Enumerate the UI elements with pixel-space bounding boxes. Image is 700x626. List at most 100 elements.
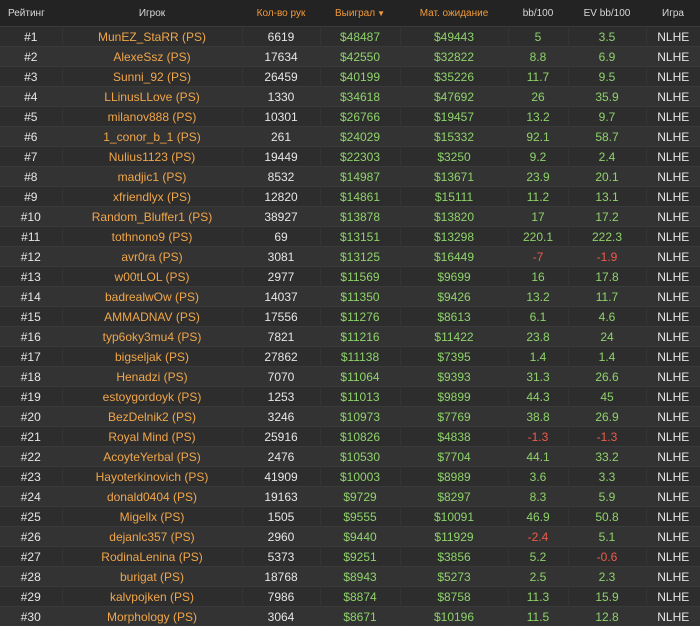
cell-ev-bb: 9.5 xyxy=(568,66,647,87)
header-player[interactable]: Игрок xyxy=(62,0,242,27)
cell-player[interactable]: avr0ra (PS) xyxy=(62,246,243,267)
header-ev-bb[interactable]: EV bb/100 xyxy=(568,0,646,27)
table-row[interactable]: #1 MunEZ_StaRR (PS) 6619 $48487 $49443 5 3.5 NL… xyxy=(0,26,700,47)
cell-player[interactable]: AcoyteYerbal (PS) xyxy=(62,446,243,467)
table-row[interactable]: #14 badrealwOw (PS) 14037 $11350 $9426 13.2 11… xyxy=(0,286,700,307)
cell-player[interactable]: 1_conor_b_1 (PS) xyxy=(62,126,243,147)
cell-player[interactable]: Morphology (PS) xyxy=(62,606,243,626)
cell-rank: #24 xyxy=(0,486,63,507)
cell-hands: 26459 xyxy=(242,66,321,87)
cell-player[interactable]: badrealwOw (PS) xyxy=(62,286,243,307)
table-row[interactable]: #29 kalvpojken (PS) 7986 $8874 $8758 11.3 15.9… xyxy=(0,586,700,607)
table-row[interactable]: #18 Henadzi (PS) 7070 $11064 $9393 31.3 26.6 NL… xyxy=(0,366,700,387)
table-row[interactable]: #8 madjic1 (PS) 8532 $14987 $13671 23.9 20.1 NL… xyxy=(0,166,700,187)
cell-player[interactable]: w00tLOL (PS) xyxy=(62,266,243,287)
table-row[interactable]: #30 Morphology (PS) 3064 $8671 $10196 11.5 12.… xyxy=(0,606,700,626)
leaderboard-table: Рейтинг Игрок Кол-во рук Выиграл ▼ Мат. о… xyxy=(0,0,700,626)
cell-rank: #1 xyxy=(0,26,63,47)
table-row[interactable]: #22 AcoyteYerbal (PS) 2476 $10530 $7704 44.1 3… xyxy=(0,446,700,467)
table-row[interactable]: #5 milanov888 (PS) 10301 $26766 $19457 13.2 9.… xyxy=(0,106,700,127)
table-row[interactable]: #4 LLinusLLove (PS) 1330 $34618 $47692 26 35.9… xyxy=(0,86,700,107)
cell-player[interactable]: donald0404 (PS) xyxy=(62,486,243,507)
cell-player[interactable]: bigseljak (PS) xyxy=(62,346,243,367)
cell-player[interactable]: BezDelnik2 (PS) xyxy=(62,406,243,427)
table-row[interactable]: #3 Sunni_92 (PS) 26459 $40199 $35226 11.7 9.5 N… xyxy=(0,66,700,87)
cell-hands: 18768 xyxy=(242,566,321,587)
cell-ev-bb: 1.4 xyxy=(568,346,647,367)
cell-won: $11138 xyxy=(320,346,401,367)
cell-won: $26766 xyxy=(320,106,401,127)
cell-hands: 1330 xyxy=(242,86,321,107)
cell-ev-bb: 35.9 xyxy=(568,86,647,107)
table-row[interactable]: #25 Migellx (PS) 1505 $9555 $10091 46.9 50.8 NL… xyxy=(0,506,700,527)
table-row[interactable]: #2 AlexeSsz (PS) 17634 $42550 $32822 8.8 6.9 NL… xyxy=(0,46,700,67)
cell-player[interactable]: Royal Mind (PS) xyxy=(62,426,243,447)
cell-player[interactable]: Sunni_92 (PS) xyxy=(62,66,243,87)
cell-player[interactable]: estoygordoyk (PS) xyxy=(62,386,243,407)
cell-ev: $13298 xyxy=(400,226,509,247)
header-game[interactable]: Игра xyxy=(646,0,700,27)
cell-game: NLHE xyxy=(646,566,700,587)
table-row[interactable]: #26 dejanlc357 (PS) 2960 $9440 $11929 -2.4 5.1… xyxy=(0,526,700,547)
cell-player[interactable]: Nulius1123 (PS) xyxy=(62,146,243,167)
cell-game: NLHE xyxy=(646,506,700,527)
table-row[interactable]: #15 AMMADNAV (PS) 17556 $11276 $8613 6.1 4.6 NL… xyxy=(0,306,700,327)
cell-bb: 11.5 xyxy=(508,606,569,626)
cell-ev-bb: 24 xyxy=(568,326,647,347)
table-row[interactable]: #20 BezDelnik2 (PS) 3246 $10973 $7769 38.8 26.… xyxy=(0,406,700,427)
table-row[interactable]: #13 w00tLOL (PS) 2977 $11569 $9699 16 17.8 NLHE xyxy=(0,266,700,287)
table-row[interactable]: #28 burigat (PS) 18768 $8943 $5273 2.5 2.3 NLHE xyxy=(0,566,700,587)
cell-player[interactable]: kalvpojken (PS) xyxy=(62,586,243,607)
cell-won: $11350 xyxy=(320,286,401,307)
table-row[interactable]: #11 tothnono9 (PS) 69 $13151 $13298 220.1 222.… xyxy=(0,226,700,247)
cell-bb: 13.2 xyxy=(508,286,569,307)
cell-player[interactable]: madjic1 (PS) xyxy=(62,166,243,187)
cell-game: NLHE xyxy=(646,86,700,107)
table-row[interactable]: #6 1_conor_b_1 (PS) 261 $24029 $15332 92.1 58.… xyxy=(0,126,700,147)
cell-player[interactable]: LLinusLLove (PS) xyxy=(62,86,243,107)
cell-player[interactable]: Random_Bluffer1 (PS) xyxy=(62,206,243,227)
table-row[interactable]: #23 Hayoterkinovich (PS) 41909 $10003 $8989 3… xyxy=(0,466,700,487)
cell-game: NLHE xyxy=(646,386,700,407)
header-rank[interactable]: Рейтинг xyxy=(0,0,62,27)
cell-game: NLHE xyxy=(646,226,700,247)
cell-rank: #29 xyxy=(0,586,63,607)
cell-player[interactable]: RodinaLenina (PS) xyxy=(62,546,243,567)
table-row[interactable]: #27 RodinaLenina (PS) 5373 $9251 $3856 5.2 -0.… xyxy=(0,546,700,567)
header-bb[interactable]: bb/100 xyxy=(508,0,568,27)
table-row[interactable]: #24 donald0404 (PS) 19163 $9729 $8297 8.3 5.9 N… xyxy=(0,486,700,507)
table-row[interactable]: #10 Random_Bluffer1 (PS) 38927 $13878 $13820… xyxy=(0,206,700,227)
cell-player[interactable]: burigat (PS) xyxy=(62,566,243,587)
cell-player[interactable]: xfriendlyx (PS) xyxy=(62,186,243,207)
cell-player[interactable]: AMMADNAV (PS) xyxy=(62,306,243,327)
cell-player[interactable]: Henadzi (PS) xyxy=(62,366,243,387)
table-row[interactable]: #7 Nulius1123 (PS) 19449 $22303 $3250 9.2 2.4 N… xyxy=(0,146,700,167)
header-won[interactable]: Выиграл ▼ xyxy=(320,0,400,27)
cell-player[interactable]: Migellx (PS) xyxy=(62,506,243,527)
header-ev[interactable]: Мат. ожидание xyxy=(400,0,508,27)
cell-ev: $7395 xyxy=(400,346,509,367)
cell-rank: #13 xyxy=(0,266,63,287)
cell-rank: #15 xyxy=(0,306,63,327)
cell-hands: 8532 xyxy=(242,166,321,187)
cell-player[interactable]: Hayoterkinovich (PS) xyxy=(62,466,243,487)
table-row[interactable]: #17 bigseljak (PS) 27862 $11138 $7395 1.4 1.4 N… xyxy=(0,346,700,367)
cell-won: $10003 xyxy=(320,466,401,487)
cell-player[interactable]: typ6oky3mu4 (PS) xyxy=(62,326,243,347)
cell-bb: 6.1 xyxy=(508,306,569,327)
table-row[interactable]: #12 avr0ra (PS) 3081 $13125 $16449 -7 -1.9 NLHE xyxy=(0,246,700,267)
table-row[interactable]: #16 typ6oky3mu4 (PS) 7821 $11216 $11422 23.8 2… xyxy=(0,326,700,347)
cell-player[interactable]: AlexeSsz (PS) xyxy=(62,46,243,67)
cell-player[interactable]: milanov888 (PS) xyxy=(62,106,243,127)
cell-player[interactable]: dejanlc357 (PS) xyxy=(62,526,243,547)
cell-won: $13125 xyxy=(320,246,401,267)
cell-ev-bb: 5.1 xyxy=(568,526,647,547)
cell-bb: 23.9 xyxy=(508,166,569,187)
cell-player[interactable]: MunEZ_StaRR (PS) xyxy=(62,26,243,47)
cell-won: $11216 xyxy=(320,326,401,347)
table-row[interactable]: #21 Royal Mind (PS) 25916 $10826 $4838 -1.3 -1… xyxy=(0,426,700,447)
table-row[interactable]: #9 xfriendlyx (PS) 12820 $14861 $15111 11.2 13… xyxy=(0,186,700,207)
cell-player[interactable]: tothnono9 (PS) xyxy=(62,226,243,247)
header-hands[interactable]: Кол-во рук xyxy=(242,0,320,27)
table-row[interactable]: #19 estoygordoyk (PS) 1253 $11013 $9899 44.3 4… xyxy=(0,386,700,407)
